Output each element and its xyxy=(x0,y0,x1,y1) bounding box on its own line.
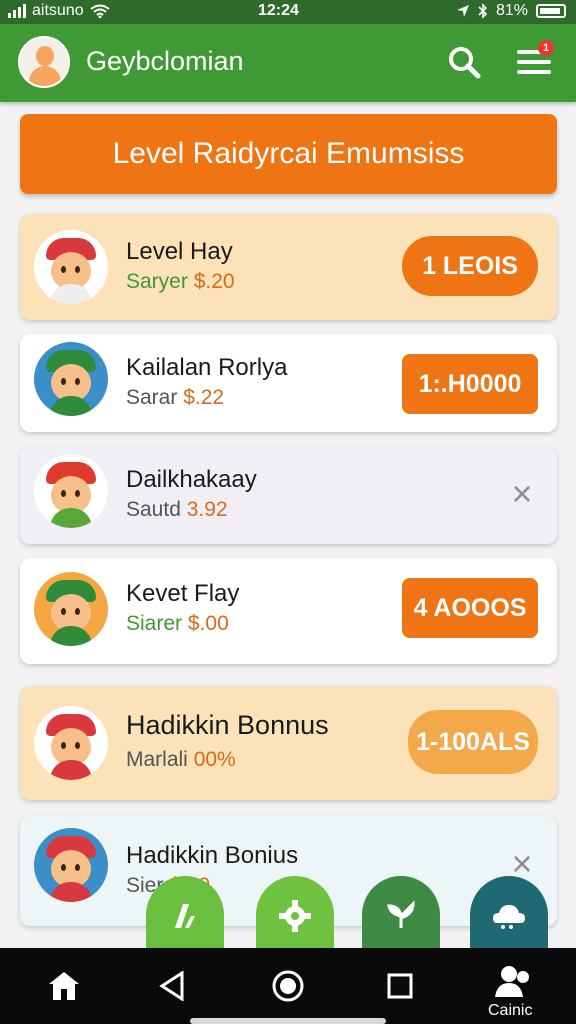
list-item[interactable]: Kailalan Rorlya Sarar $.22 1:.H0000 xyxy=(20,334,557,432)
claim-button[interactable]: 1-100ALS xyxy=(408,710,538,774)
character-avatar xyxy=(34,230,108,304)
item-name: Hadikkin Bonnus xyxy=(126,710,329,740)
profile-icon xyxy=(495,966,529,997)
fab-settings[interactable] xyxy=(256,876,334,956)
list-item[interactable]: Dailkhakaay Sautd 3.92 × xyxy=(20,446,557,544)
item-sub: Sautd 3.92 xyxy=(126,498,228,521)
avatar-head xyxy=(36,46,54,66)
item-name: Kevet Flay xyxy=(126,580,240,607)
app-bar: Geybclomian 1 xyxy=(0,24,576,102)
signal-icon xyxy=(8,4,26,18)
claim-button[interactable]: 4 AOOOS xyxy=(402,578,538,638)
app-title: Geybclomian xyxy=(86,46,244,76)
nav-home-circle[interactable] xyxy=(268,966,308,1006)
list-item[interactable]: Hadikkin Bonnus Marlali 00% 1-100ALS xyxy=(20,686,557,800)
banner-text: Level Raidyrcai Emumsiss xyxy=(112,137,465,170)
home-circle-icon xyxy=(272,970,304,1002)
list-item[interactable]: Level Hay Saryer $.20 1 LEOIS xyxy=(20,214,557,320)
nav-home[interactable] xyxy=(44,966,84,1006)
bluetooth-icon xyxy=(478,3,488,19)
fab-edit[interactable] xyxy=(146,876,224,956)
item-name: Dailkhakaay xyxy=(126,466,257,493)
nav-profile[interactable] xyxy=(494,962,534,1002)
claim-button[interactable]: 1:.H0000 xyxy=(402,354,538,414)
list-item[interactable]: Kevet Flay Siarer $.00 4 AOOOS xyxy=(20,558,557,664)
notification-badge: 1 xyxy=(538,40,554,56)
pencil-icon xyxy=(175,904,195,928)
item-sub: Saryer $.20 xyxy=(126,270,235,293)
level-banner[interactable]: Level Raidyrcai Emumsiss xyxy=(20,114,557,194)
battery-percent: 81% xyxy=(495,2,528,19)
search-button[interactable] xyxy=(442,40,486,84)
item-name: Level Hay xyxy=(126,238,233,265)
status-bar: aitsuno 12:24 81% xyxy=(0,0,576,24)
fab-cloud[interactable] xyxy=(470,876,548,956)
status-left: aitsuno xyxy=(8,2,110,20)
character-avatar xyxy=(34,706,108,780)
recents-square-icon xyxy=(387,973,413,999)
cloud-icon xyxy=(493,905,525,929)
location-arrow-icon xyxy=(456,5,469,17)
avatar[interactable] xyxy=(18,36,70,88)
nav-recents[interactable] xyxy=(380,966,420,1006)
home-indicator[interactable] xyxy=(190,1018,386,1024)
menu-button[interactable]: 1 xyxy=(512,40,556,84)
nav-label: Cainic xyxy=(488,1002,533,1019)
status-right: 81% xyxy=(456,2,566,20)
fab-leaf[interactable] xyxy=(362,876,440,956)
wifi-icon xyxy=(89,4,110,18)
home-icon xyxy=(49,972,79,1000)
character-avatar xyxy=(34,572,108,646)
search-icon xyxy=(449,47,481,79)
bottom-nav-bar: Cainic xyxy=(0,948,576,1024)
item-name: Hadikkin Bonius xyxy=(126,842,299,869)
avatar-body xyxy=(29,66,61,86)
item-name: Kailalan Rorlya xyxy=(126,354,288,381)
claim-button[interactable]: 1 LEOIS xyxy=(402,236,538,296)
gear-icon xyxy=(279,900,311,932)
close-icon[interactable]: × xyxy=(504,476,540,512)
carrier-label: aitsuno xyxy=(32,2,84,19)
status-time: 12:24 xyxy=(258,2,299,19)
character-avatar xyxy=(34,342,108,416)
nav-back[interactable] xyxy=(152,966,192,1006)
back-triangle-icon xyxy=(159,971,184,1001)
item-sub: Sarar $.22 xyxy=(126,386,225,409)
item-sub: Siarer $.00 xyxy=(126,612,229,635)
battery-icon xyxy=(536,4,566,18)
leaf-icon xyxy=(387,900,415,928)
character-avatar xyxy=(34,454,108,528)
character-avatar xyxy=(34,828,108,902)
item-sub: Marlali 00% xyxy=(126,748,236,771)
